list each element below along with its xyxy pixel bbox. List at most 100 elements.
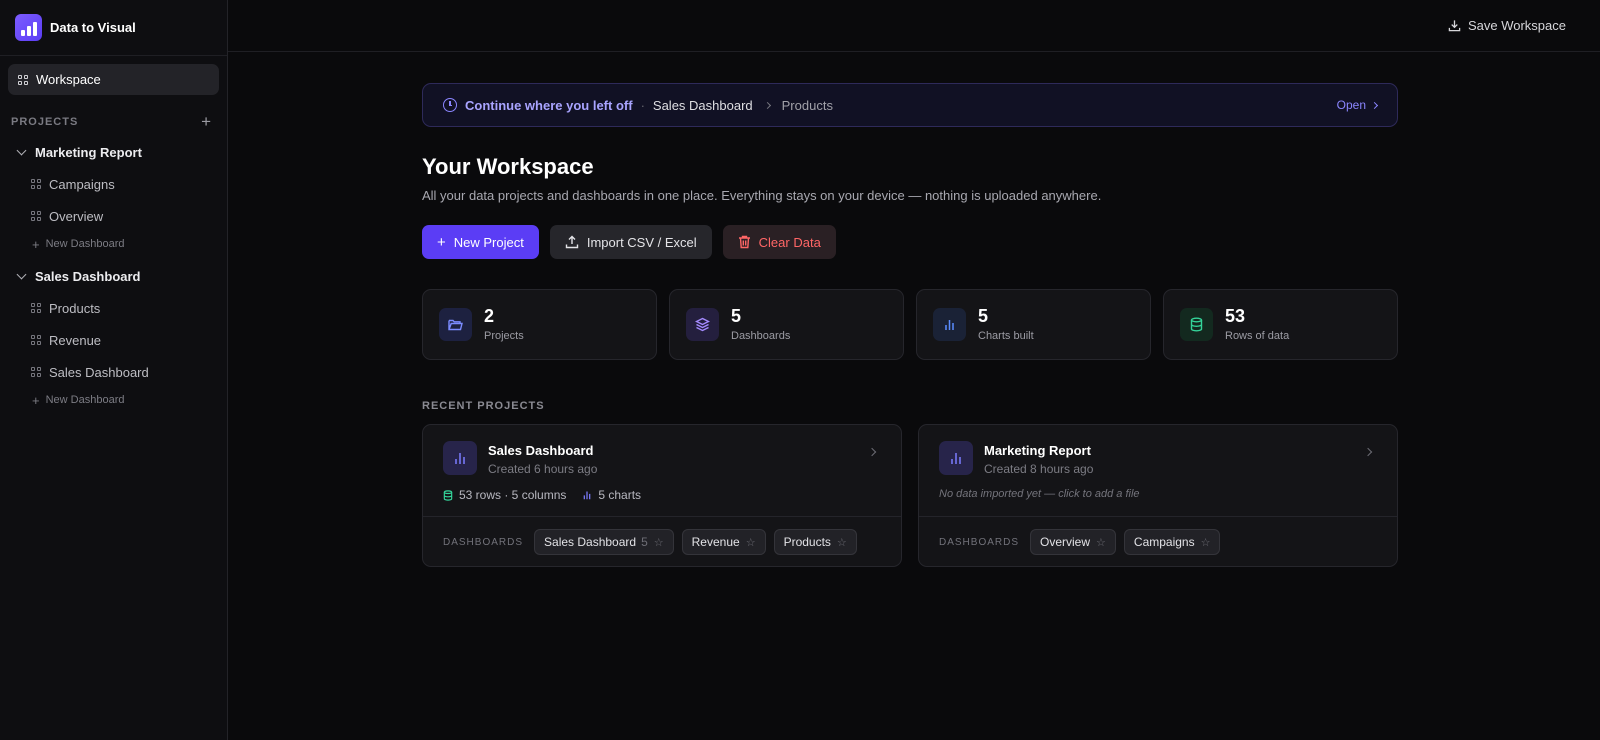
chip-label: Overview: [1040, 535, 1091, 549]
continue-banner[interactable]: Continue where you left off · Sales Dash…: [422, 83, 1398, 127]
continue-label: Continue where you left off: [465, 97, 633, 113]
sidebar-item-revenue[interactable]: Revenue: [0, 324, 227, 356]
grid-icon: [31, 303, 41, 313]
stat-value: 5: [978, 306, 989, 326]
sidebar-project-marketing-report[interactable]: Marketing Report: [0, 136, 227, 168]
chevron-right-icon: [763, 101, 771, 109]
stat-rows: 53 Rows of data: [1163, 289, 1398, 360]
chip-label: Products: [783, 535, 831, 549]
stat-projects: 2 Projects: [422, 289, 657, 360]
dashboard-chip[interactable]: Products ☆: [773, 529, 857, 555]
app-name: Data to Visual: [50, 20, 136, 35]
database-icon: [1180, 308, 1213, 341]
new-dashboard-button[interactable]: + New Dashboard: [0, 388, 227, 412]
star-icon[interactable]: ☆: [654, 536, 664, 549]
empty-state-text[interactable]: No data imported yet — click to add a fi…: [939, 488, 1140, 500]
app-logo-icon: [15, 14, 42, 41]
upload-icon: [565, 235, 579, 249]
sidebar-project-sales-dashboard[interactable]: Sales Dashboard: [0, 260, 227, 292]
layers-icon: [686, 308, 719, 341]
import-label: Import CSV / Excel: [586, 234, 697, 250]
page-title: Your Workspace: [422, 154, 594, 179]
recent-projects-heading: RECENT PROJECTS: [422, 400, 545, 412]
dashboard-chip[interactable]: Revenue ☆: [681, 529, 766, 555]
save-workspace-label: Save Workspace: [1467, 18, 1566, 33]
sidebar-project-label: Sales Dashboard: [35, 268, 141, 284]
sidebar-item-label: Workspace: [36, 72, 101, 87]
grid-icon: [18, 74, 28, 85]
chip-count: 5: [641, 535, 648, 549]
sidebar: Data to Visual Workspace PROJECTS + Mark…: [0, 0, 228, 740]
bar-chart-icon: [584, 491, 591, 500]
sidebar-item-overview[interactable]: Overview: [0, 200, 227, 232]
open-label: Open: [1336, 98, 1366, 112]
stat-dashboards: 5 Dashboards: [669, 289, 904, 360]
sidebar-project-label: Marketing Report: [35, 144, 142, 160]
project-card-marketing-report[interactable]: Marketing Report Created 8 hours ago No …: [918, 424, 1398, 567]
trash-icon: [738, 235, 750, 249]
chip-label: Sales Dashboard: [544, 535, 637, 549]
stat-value: 53: [1225, 306, 1246, 326]
dashboards-label: DASHBOARDS: [443, 536, 524, 548]
dashboard-chip[interactable]: Campaigns ☆: [1123, 529, 1221, 555]
sidebar-item-workspace[interactable]: Workspace: [8, 64, 219, 95]
main-content: Save Workspace Continue where you left o…: [228, 0, 1600, 740]
database-icon: [443, 489, 453, 501]
new-dashboard-button[interactable]: + New Dashboard: [0, 232, 227, 256]
dashboards-label: DASHBOARDS: [939, 536, 1020, 548]
clock-icon: [443, 98, 457, 112]
bar-chart-icon: [443, 441, 477, 475]
clear-data-button[interactable]: Clear Data: [722, 225, 836, 259]
dashboard-chip[interactable]: Sales Dashboard 5 ☆: [534, 529, 674, 555]
chip-label: Revenue: [691, 535, 740, 549]
sidebar-item-label: Overview: [49, 208, 104, 224]
bar-chart-icon: [933, 308, 966, 341]
new-project-label: New Project: [453, 234, 524, 250]
stat-label: Rows of data: [1225, 330, 1290, 342]
chip-label: Campaigns: [1133, 535, 1195, 549]
sidebar-item-label: Sales Dashboard: [49, 364, 149, 380]
project-name: Sales Dashboard: [488, 443, 594, 458]
project-created: Created 8 hours ago: [984, 462, 1094, 476]
chevron-down-icon[interactable]: [16, 145, 27, 155]
save-workspace-button[interactable]: Save Workspace: [1448, 18, 1566, 33]
plus-icon: +: [32, 236, 40, 252]
sidebar-item-products[interactable]: Products: [0, 292, 227, 324]
sidebar-item-label: Campaigns: [49, 176, 115, 192]
project-rows: 53 rows · 5 columns: [459, 488, 567, 502]
clear-data-label: Clear Data: [758, 234, 821, 250]
project-card-sales-dashboard[interactable]: Sales Dashboard Created 6 hours ago 53 r…: [422, 424, 902, 567]
plus-icon: +: [32, 392, 40, 408]
star-icon[interactable]: ☆: [1201, 536, 1211, 549]
grid-icon: [31, 179, 41, 189]
new-project-button[interactable]: + New Project: [422, 225, 539, 259]
import-button[interactable]: Import CSV / Excel: [549, 225, 712, 259]
grid-icon: [31, 335, 41, 345]
star-icon[interactable]: ☆: [746, 536, 756, 549]
chevron-down-icon[interactable]: [16, 269, 27, 279]
open-link[interactable]: Open: [1336, 98, 1379, 112]
star-icon[interactable]: ☆: [1096, 536, 1106, 549]
add-project-icon[interactable]: +: [201, 113, 211, 130]
grid-icon: [31, 367, 41, 377]
breadcrumb-dashboard: Products: [781, 97, 833, 113]
sidebar-item-label: Revenue: [49, 332, 102, 348]
new-dashboard-label: New Dashboard: [45, 238, 125, 250]
grid-icon: [31, 211, 41, 221]
dashboard-chip[interactable]: Overview ☆: [1030, 529, 1116, 555]
breadcrumb-project: Sales Dashboard: [652, 97, 753, 113]
download-icon: [1448, 20, 1461, 32]
stat-value: 2: [484, 306, 495, 326]
sidebar-item-campaigns[interactable]: Campaigns: [0, 168, 227, 200]
stat-label: Dashboards: [731, 330, 791, 342]
chevron-right-icon: [1370, 101, 1379, 109]
new-dashboard-label: New Dashboard: [45, 394, 125, 406]
stat-label: Projects: [484, 330, 524, 342]
stat-charts: 5 Charts built: [916, 289, 1151, 360]
project-name: Marketing Report: [984, 443, 1091, 458]
brand[interactable]: Data to Visual: [0, 0, 227, 56]
separator: ·: [640, 97, 645, 113]
star-icon[interactable]: ☆: [837, 536, 847, 549]
sidebar-item-sales-dashboard[interactable]: Sales Dashboard: [0, 356, 227, 388]
plus-icon: +: [437, 233, 446, 251]
